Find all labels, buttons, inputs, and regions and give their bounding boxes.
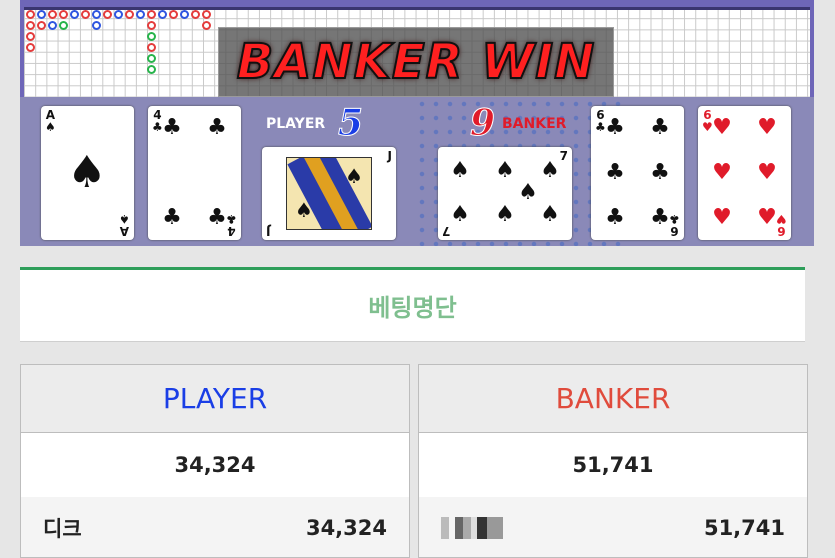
player-bet-row: 디크 34,324: [21, 497, 409, 557]
banker-score-label: BANKER: [502, 116, 567, 132]
player-card-2: 4 ♣ ♣ ♣ ♣ ♣ 4 ♣: [148, 106, 241, 240]
player-column-header: PLAYER: [21, 365, 409, 433]
jack-face: ♠ ♠: [286, 157, 372, 230]
card-table: [20, 97, 814, 246]
player-score: 5: [337, 102, 364, 144]
betting-list-title: 베팅명단: [368, 294, 457, 322]
banker-card-3: 6 ♥ ♥ ♥ ♥ ♥ ♥ ♥ 6 ♥: [698, 106, 791, 240]
banker-total: 51,741: [419, 433, 807, 497]
banker-bet-row: 51,741: [419, 497, 807, 557]
redacted-name-mosaic: [441, 517, 503, 539]
banker-card-2: 6 ♣ ♣ ♣ ♣ ♣ ♣ ♣ 6 ♣: [591, 106, 684, 240]
player-score-label: PLAYER: [266, 116, 326, 132]
banker-card-1: 7 ♠ ♠ ♠ ♠ ♠ ♠ ♠ 7: [438, 147, 572, 240]
result-banner: BANKER WIN: [218, 27, 614, 97]
player-card-1: A ♠ ♠ A ♠: [41, 106, 134, 240]
bet-amount: 34,324: [305, 516, 387, 540]
betting-list-header: 베팅명단: [20, 267, 805, 342]
bet-amount: 51,741: [703, 516, 785, 540]
bettor-name: 디크: [43, 517, 82, 541]
game-view: BANKER WIN A ♠ ♠ A ♠ 4 ♣ ♣ ♣ ♣ ♣ 4 ♣ ♠ ♠ J J…: [20, 0, 814, 246]
banker-bets-column: BANKER 51,741 51,741: [418, 364, 808, 558]
banker-score: 9: [469, 102, 496, 144]
player-total: 34,324: [21, 433, 409, 497]
banker-column-header: BANKER: [419, 365, 807, 433]
player-card-3: ♠ ♠ J J: [262, 147, 396, 240]
player-bets-column: PLAYER 34,324 디크 34,324: [20, 364, 410, 558]
result-text: BANKER WIN: [236, 33, 596, 91]
